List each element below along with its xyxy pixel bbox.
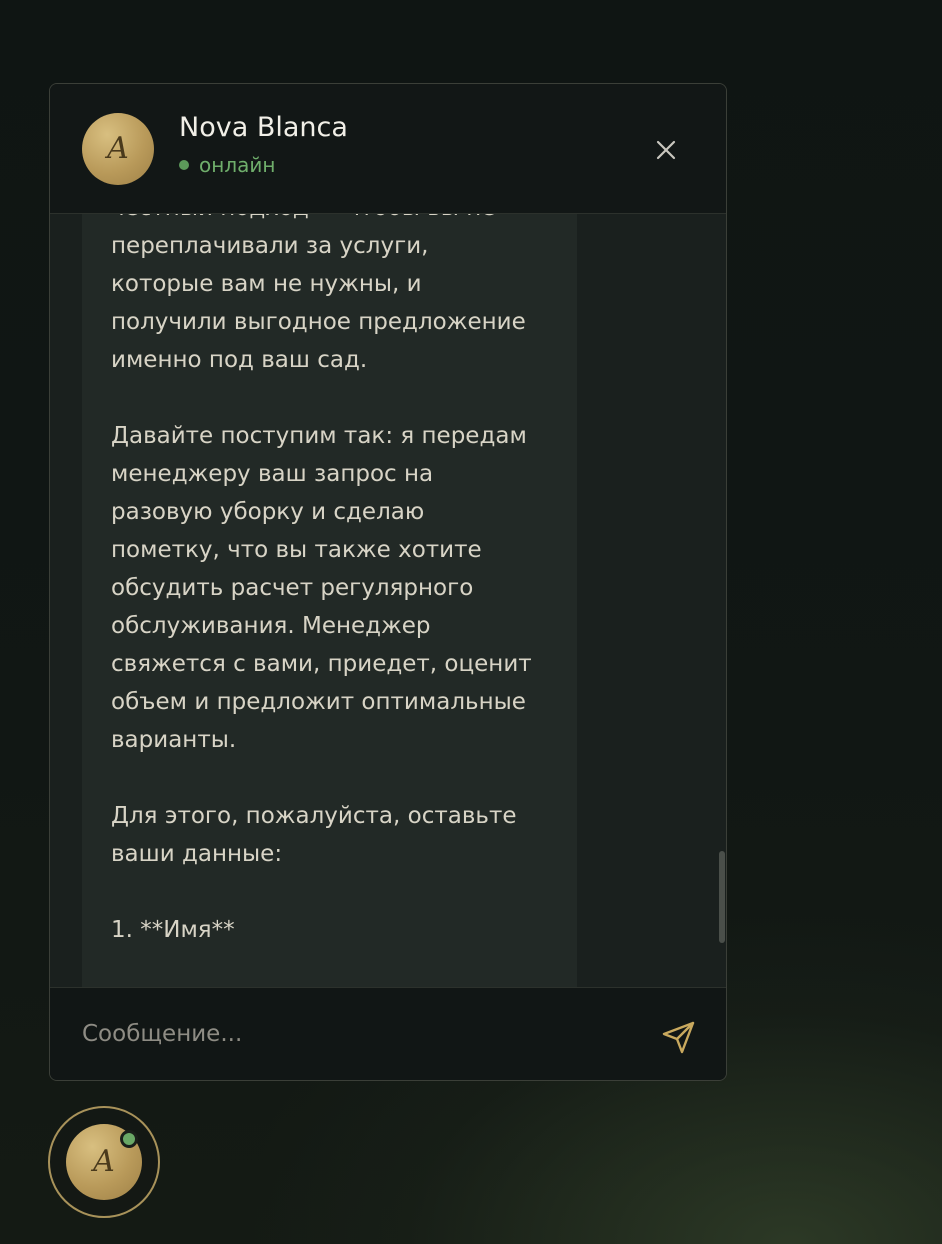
close-button[interactable] <box>650 134 682 166</box>
close-icon <box>656 140 676 160</box>
chat-header: A Nova Blanca онлайн <box>50 84 726 214</box>
agent-name: Nova Blanca <box>179 112 348 143</box>
status-text: онлайн <box>199 153 276 177</box>
launcher-avatar-initial: A <box>93 1144 115 1179</box>
online-badge-icon <box>120 1130 138 1148</box>
chat-launcher-button[interactable]: A <box>48 1106 160 1218</box>
scrollbar-thumb[interactable] <box>719 851 725 943</box>
message-input[interactable] <box>82 1012 622 1056</box>
chat-window: A Nova Blanca онлайн осмотра участка. Эт… <box>49 83 727 1081</box>
online-dot-icon <box>179 160 189 170</box>
send-button[interactable] <box>656 1014 702 1060</box>
avatar-initial: A <box>107 131 129 166</box>
message-list[interactable]: осмотра участка. Это самый честный подхо… <box>50 214 726 987</box>
bot-message: осмотра участка. Это самый честный подхо… <box>82 214 577 987</box>
message-text: осмотра участка. Это самый честный подхо… <box>111 214 532 943</box>
agent-avatar: A <box>82 113 154 185</box>
composer <box>50 987 726 1080</box>
status-indicator: онлайн <box>179 153 275 177</box>
send-icon <box>662 1021 695 1054</box>
